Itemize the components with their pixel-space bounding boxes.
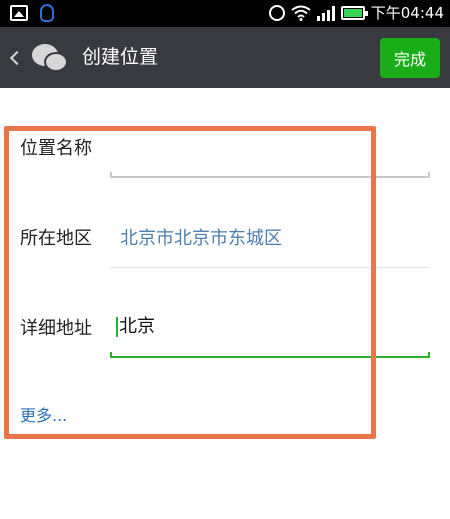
wifi-icon <box>291 5 311 21</box>
status-bar-right: 下午04:44 <box>268 3 444 23</box>
battery-icon <box>340 6 368 20</box>
title-bar: 创建位置 完成 <box>0 27 450 88</box>
wechat-logo-icon <box>32 42 70 74</box>
alarm-icon <box>268 5 285 21</box>
status-bar-left <box>10 4 54 22</box>
qq-icon <box>40 4 54 22</box>
image-icon <box>10 5 28 21</box>
back-chevron-icon <box>9 50 25 65</box>
signal-icon <box>316 5 335 21</box>
status-time: 下午04:44 <box>370 4 444 22</box>
back-button[interactable] <box>6 27 78 88</box>
done-button[interactable]: 完成 <box>380 38 440 78</box>
page-title: 创建位置 <box>82 46 159 68</box>
status-bar: 下午04:44 <box>0 0 450 27</box>
annotation-highlight-box <box>4 126 376 439</box>
